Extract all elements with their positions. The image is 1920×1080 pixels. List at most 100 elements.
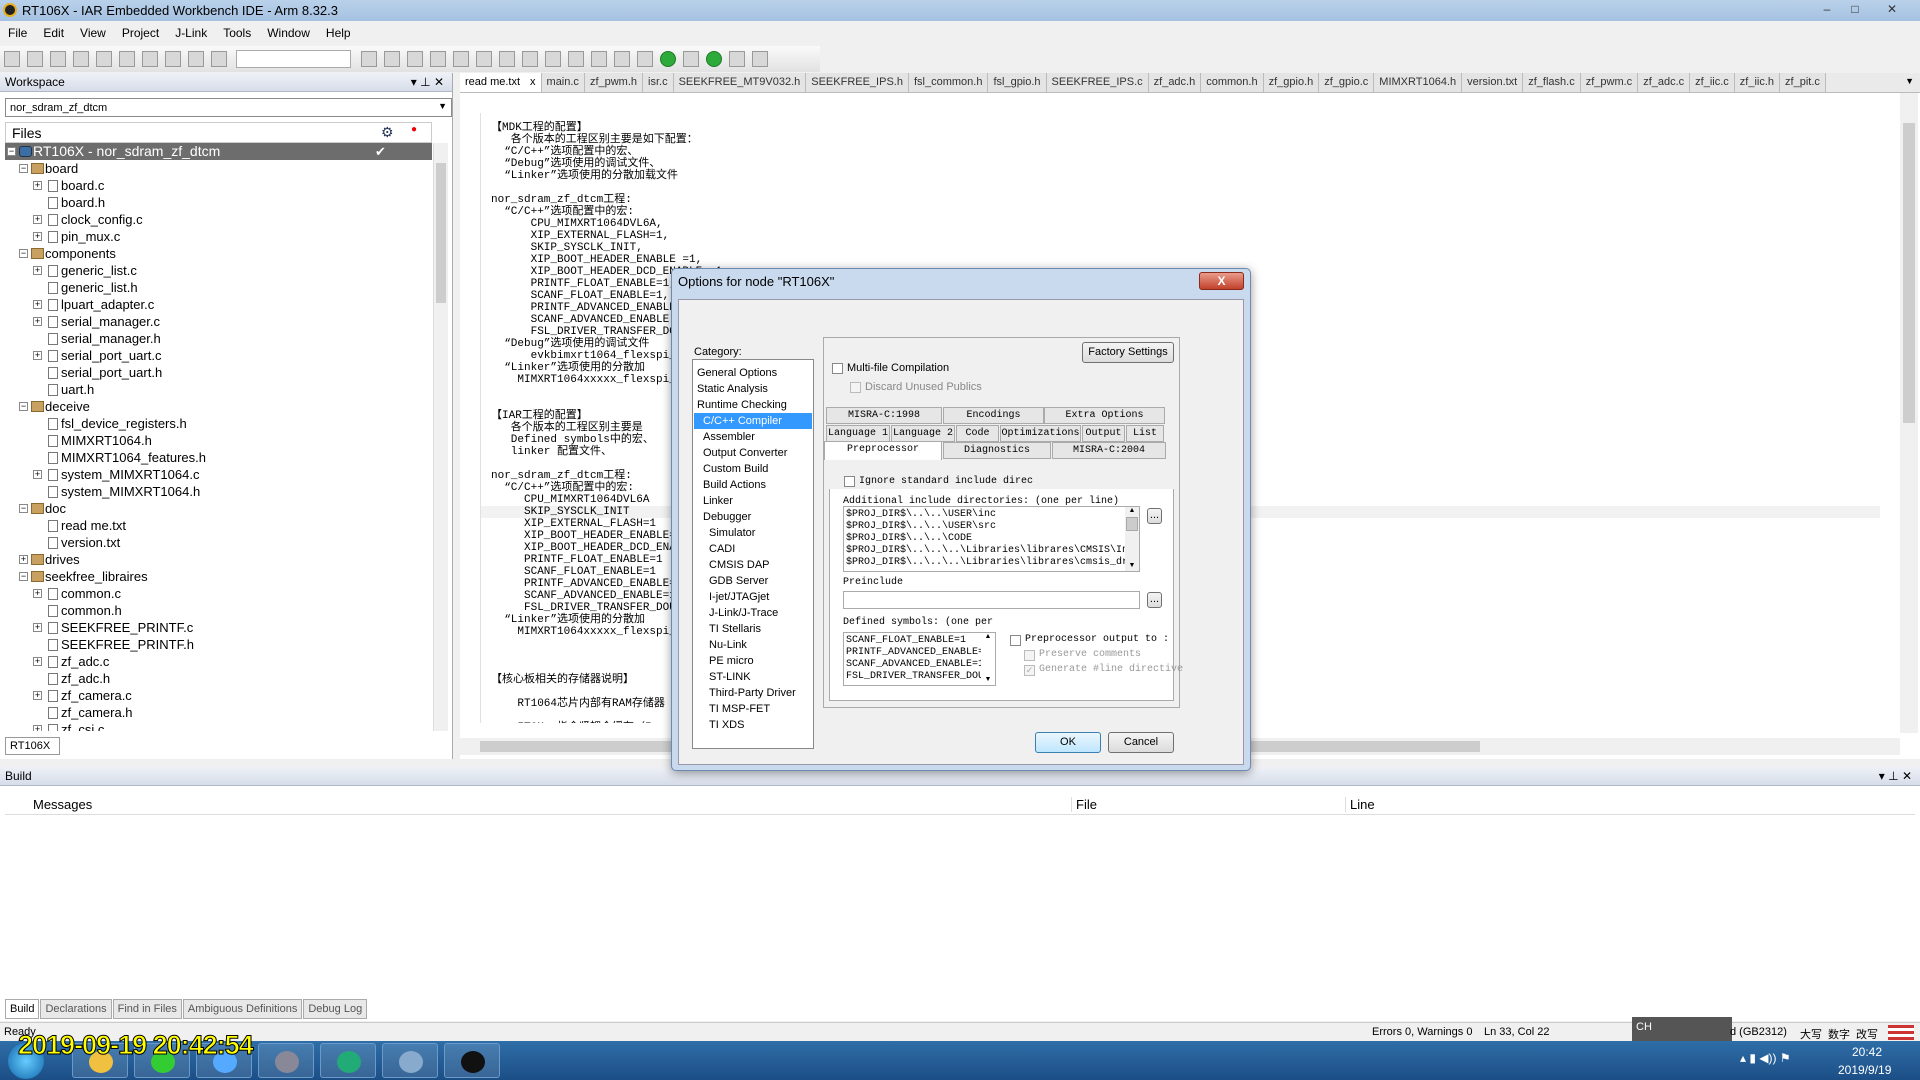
tab-close-icon[interactable]: x (530, 76, 536, 88)
include-directories-textarea[interactable]: $PROJ_DIR$\..\..\USER\inc $PROJ_DIR$\..\.… (843, 506, 1140, 572)
clock-time[interactable]: 20:42 (1852, 1045, 1882, 1059)
multi-file-compilation-checkbox[interactable] (832, 363, 843, 374)
debug-without-download-icon[interactable] (660, 51, 676, 67)
category-item[interactable]: Simulator (694, 525, 812, 541)
tree-folder[interactable]: − components (5, 245, 432, 262)
tab-list-chevron-icon[interactable]: ▼ (1905, 76, 1914, 86)
tree-file[interactable]: + zf_camera.c (5, 687, 432, 704)
generate-line-checkbox[interactable]: ✓ (1024, 665, 1035, 676)
tree-file[interactable]: generic_list.h (5, 279, 432, 296)
tree-file[interactable]: common.h (5, 602, 432, 619)
tree-file[interactable]: + pin_mux.c (5, 228, 432, 245)
build-tab-declarations[interactable]: Declarations (40, 999, 112, 1019)
copy-icon[interactable] (142, 51, 158, 67)
editor-tab[interactable]: zf_iic.c (1690, 73, 1735, 92)
editor-tab[interactable]: zf_adc.h (1148, 73, 1202, 92)
ime-bar[interactable]: CH (1632, 1017, 1732, 1041)
tray-icons[interactable]: ▴ ▮ ◀)) ⚑ (1740, 1051, 1791, 1065)
tree-scrollbar[interactable] (433, 143, 448, 731)
expand-icon[interactable]: + (33, 589, 42, 598)
defined-symbols-textarea[interactable]: SCANF_FLOAT_ENABLE=1 PRINTF_ADVANCED_ENAB… (843, 632, 996, 686)
editor-tab[interactable]: zf_gpio.c (1319, 73, 1375, 92)
configuration-select[interactable]: nor_sdram_zf_dtcm ▼ (5, 98, 452, 117)
category-item[interactable]: Runtime Checking (694, 397, 812, 413)
redo-icon[interactable] (211, 51, 227, 67)
category-item[interactable]: Linker (694, 493, 812, 509)
save-icon[interactable] (50, 51, 66, 67)
expand-icon[interactable]: + (33, 657, 42, 666)
editor-tab[interactable]: version.txt (1462, 73, 1524, 92)
editor-tab[interactable]: fsl_gpio.h (988, 73, 1047, 92)
tab-language-1[interactable]: Language 1 (826, 425, 890, 442)
build-tab-debug-log[interactable]: Debug Log (303, 999, 368, 1019)
category-item[interactable]: Assembler (694, 429, 812, 445)
tree-file[interactable]: MIMXRT1064_features.h (5, 449, 432, 466)
category-item[interactable]: C/C++ Compiler (694, 413, 812, 429)
tree-folder[interactable]: + drives (5, 551, 432, 568)
collapse-icon[interactable]: − (7, 147, 16, 156)
tree-file[interactable]: + board.c (5, 177, 432, 194)
expand-icon[interactable]: + (33, 300, 42, 309)
tab-code[interactable]: Code (956, 425, 999, 442)
category-item[interactable]: Output Converter (694, 445, 812, 461)
ignore-standard-include-checkbox[interactable] (844, 476, 855, 487)
tab-optimizations[interactable]: Optimizations (1000, 425, 1081, 442)
taskbar-app-iar-app[interactable] (320, 1043, 376, 1078)
menu-tools[interactable]: Tools (215, 22, 259, 44)
build-tab-ambiguous-definitions[interactable]: Ambiguous Definitions (182, 999, 303, 1019)
tree-file[interactable]: + generic_list.c (5, 262, 432, 279)
category-item[interactable]: Custom Build (694, 461, 812, 477)
expand-icon[interactable]: + (33, 232, 42, 241)
paste-icon[interactable] (165, 51, 181, 67)
tree-project[interactable]: − RT106X - nor_sdram_zf_dtcm ✔ (5, 143, 432, 160)
minimize-button[interactable]: – (1815, 1, 1839, 17)
run-icon[interactable] (706, 51, 722, 67)
build-tab-find-in-files[interactable]: Find in Files (112, 999, 182, 1019)
column-line[interactable]: Line (1345, 797, 1375, 812)
preprocessor-output-checkbox[interactable] (1010, 635, 1021, 646)
breakpoint-icon[interactable] (683, 51, 699, 67)
previous-error-icon[interactable] (545, 51, 561, 67)
include-scrollbar[interactable]: ▲ ▼ (1125, 507, 1139, 571)
cut-icon[interactable] (119, 51, 135, 67)
tree-folder[interactable]: − board (5, 160, 432, 177)
expand-icon[interactable]: + (33, 317, 42, 326)
category-item[interactable]: TI MSP-FET (694, 701, 812, 717)
menu-jlink[interactable]: J-Link (167, 22, 215, 44)
tree-folder[interactable]: − doc (5, 500, 432, 517)
navigate-back-icon[interactable] (361, 51, 377, 67)
editor-tab[interactable]: common.h (1201, 73, 1264, 92)
collapse-icon[interactable]: − (19, 572, 28, 581)
editor-tab[interactable]: main.c (541, 73, 585, 92)
close-window-button[interactable]: ✕ (1880, 1, 1904, 17)
editor-tab[interactable]: isr.c (643, 73, 674, 92)
next-error-icon[interactable] (568, 51, 584, 67)
compile-icon[interactable] (591, 51, 607, 67)
tree-file[interactable]: zf_adc.h (5, 670, 432, 687)
new-file-icon[interactable] (4, 51, 20, 67)
category-item[interactable]: I-jet/JTAGjet (694, 589, 812, 605)
collapse-icon[interactable]: − (19, 402, 28, 411)
collapse-icon[interactable]: − (19, 164, 28, 173)
taskbar-app-seekfree-app[interactable] (444, 1043, 500, 1078)
tree-file[interactable]: + clock_config.c (5, 211, 432, 228)
tree-file[interactable]: SEEKFREE_PRINTF.h (5, 636, 432, 653)
editor-tab[interactable]: zf_flash.c (1523, 73, 1581, 92)
tree-file[interactable]: MIMXRT1064.h (5, 432, 432, 449)
editor-tab[interactable]: zf_gpio.h (1263, 73, 1320, 92)
tree-file[interactable]: read me.txt (5, 517, 432, 534)
menu-edit[interactable]: Edit (35, 22, 72, 44)
dialog-close-button[interactable]: X (1199, 272, 1244, 290)
category-item[interactable]: TI XDS (694, 717, 812, 733)
menu-window[interactable]: Window (259, 22, 318, 44)
expand-icon[interactable]: + (33, 623, 42, 632)
tree-file[interactable]: fsl_device_registers.h (5, 415, 432, 432)
tree-folder[interactable]: − seekfree_libraires (5, 568, 432, 585)
editor-tab[interactable]: SEEKFREE_IPS.h (806, 73, 909, 92)
editor-tab[interactable]: zf_pwm.c (1580, 73, 1639, 92)
tab-misra-c-2004[interactable]: MISRA-C:2004 (1052, 442, 1166, 459)
tree-file[interactable]: + serial_manager.c (5, 313, 432, 330)
editor-tab[interactable]: SEEKFREE_MT9V032.h (673, 73, 807, 92)
category-item[interactable]: PE micro (694, 653, 812, 669)
category-item[interactable]: Debugger (694, 509, 812, 525)
